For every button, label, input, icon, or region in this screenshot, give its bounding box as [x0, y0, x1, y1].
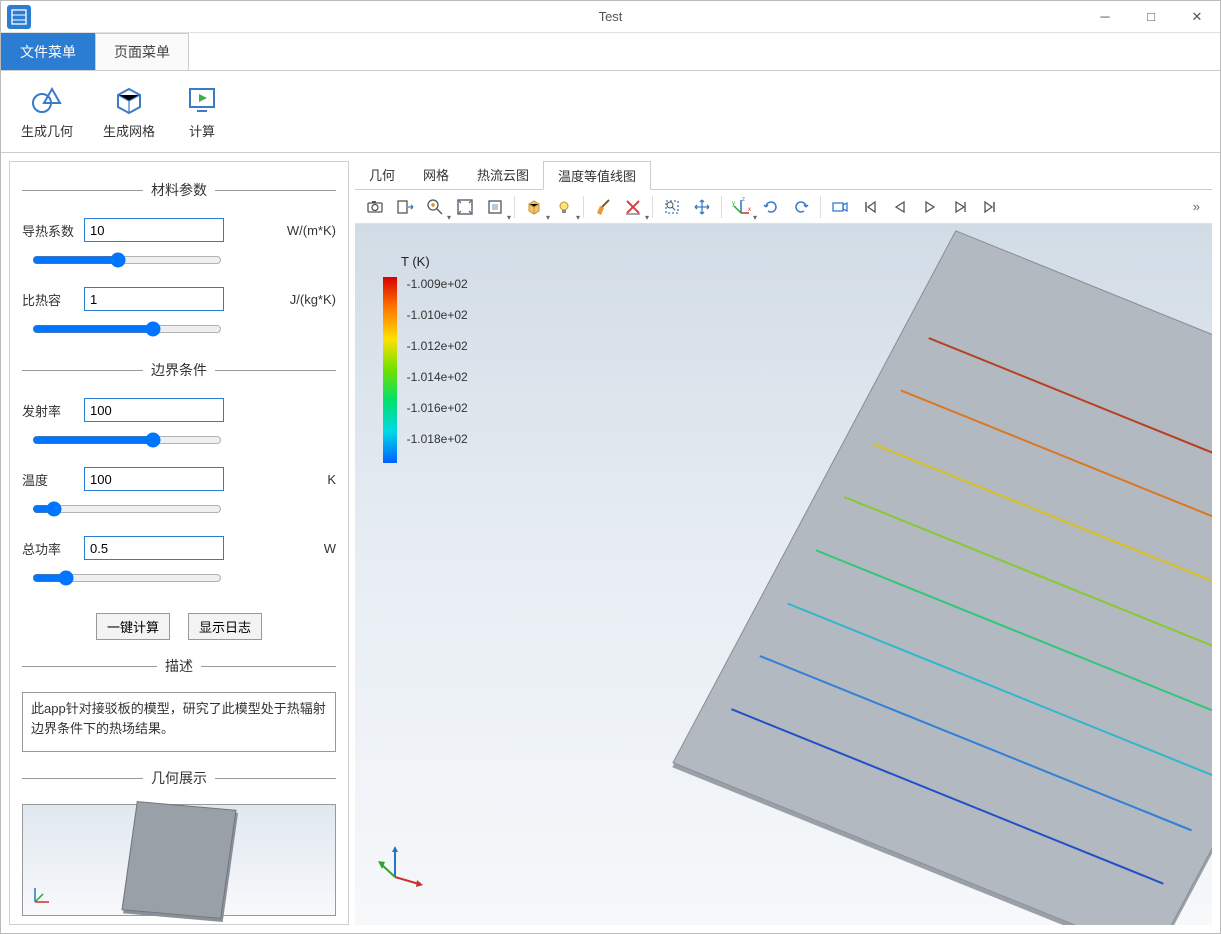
- emissivity-input[interactable]: [84, 398, 224, 422]
- window-title: Test: [1, 9, 1220, 24]
- emissivity-label: 发射率: [22, 401, 76, 420]
- ribbon-btn-label: 生成网格: [103, 121, 155, 140]
- ribbon-btn-geometry[interactable]: 生成几何: [15, 79, 79, 144]
- colorbar-icon: [383, 277, 397, 463]
- skip-end-icon[interactable]: [976, 193, 1004, 221]
- emissivity-slider[interactable]: [32, 432, 222, 448]
- viewer-toolbar: ▾ ▾ ▾ ▾ ▾ zxy▾: [355, 190, 1212, 224]
- section-desc: 描述: [22, 656, 336, 676]
- calc-button[interactable]: 一键计算: [96, 613, 170, 640]
- power-input[interactable]: [84, 536, 224, 560]
- axis3d-icon: [375, 842, 425, 895]
- viewer-tab-geometry[interactable]: 几何: [355, 161, 409, 189]
- temperature-slider[interactable]: [32, 501, 222, 517]
- export-icon[interactable]: [391, 193, 419, 221]
- video-icon[interactable]: [826, 193, 854, 221]
- zoom-extents-icon[interactable]: [451, 193, 479, 221]
- temperature-input[interactable]: [84, 467, 224, 491]
- minimize-button[interactable]: ─: [1082, 1, 1128, 33]
- power-label: 总功率: [22, 539, 76, 558]
- skip-start-icon[interactable]: [856, 193, 884, 221]
- ribbon-btn-mesh[interactable]: 生成网格: [97, 79, 161, 144]
- move-icon[interactable]: [688, 193, 716, 221]
- legend-tick: -1.014e+02: [407, 370, 468, 401]
- rotate-ccw-icon[interactable]: [757, 193, 785, 221]
- legend-tick: -1.009e+02: [407, 277, 468, 308]
- power-unit: W: [324, 541, 336, 556]
- light-icon[interactable]: ▾: [550, 193, 578, 221]
- zoom-box-icon[interactable]: ▾: [481, 193, 509, 221]
- ribbon-tab-page[interactable]: 页面菜单: [95, 33, 189, 70]
- geometry-icon: [30, 83, 64, 117]
- thermal-cond-unit: W/(m*K): [287, 223, 336, 238]
- specific-heat-slider[interactable]: [32, 321, 222, 337]
- viewer-tab-contour[interactable]: 温度等值线图: [543, 161, 651, 190]
- colorbar-legend: T (K) -1.009e+02 -1.010e+02 -1.012e+02 -…: [383, 254, 468, 463]
- preview-plate: [122, 801, 237, 919]
- box-select-icon[interactable]: [658, 193, 686, 221]
- maximize-button[interactable]: □: [1128, 1, 1174, 33]
- contour-line: [759, 655, 1192, 831]
- legend-tick: -1.018e+02: [407, 432, 468, 463]
- thermal-cond-label: 导热系数: [22, 221, 76, 240]
- section-boundary: 边界条件: [22, 360, 336, 380]
- close-button[interactable]: ✕: [1174, 1, 1220, 33]
- toolbar-overflow-icon[interactable]: »: [1187, 199, 1206, 214]
- compute-icon: [185, 83, 219, 117]
- temperature-unit: K: [327, 472, 336, 487]
- viewer-tabs: 几何 网格 热流云图 温度等值线图: [355, 161, 1212, 190]
- ribbon-body: 生成几何 生成网格 计算: [1, 71, 1220, 153]
- titlebar: Test ─ □ ✕: [1, 1, 1220, 33]
- mesh-icon: [112, 83, 146, 117]
- specific-heat-input[interactable]: [84, 287, 224, 311]
- thermal-cond-slider[interactable]: [32, 252, 222, 268]
- brush-icon[interactable]: [589, 193, 617, 221]
- section-material: 材料参数: [22, 180, 336, 200]
- axis-mini-icon: [29, 884, 53, 911]
- svg-text:z: z: [742, 197, 745, 203]
- specific-heat-label: 比热容: [22, 290, 76, 309]
- legend-title: T (K): [401, 254, 468, 269]
- legend-tick: -1.012e+02: [407, 339, 468, 370]
- log-button[interactable]: 显示日志: [188, 613, 262, 640]
- play-icon[interactable]: [916, 193, 944, 221]
- legend-tick: -1.016e+02: [407, 401, 468, 432]
- temperature-label: 温度: [22, 470, 76, 489]
- ribbon-btn-label: 生成几何: [21, 121, 73, 140]
- viewer-tab-mesh[interactable]: 网格: [409, 161, 463, 189]
- zoom-search-icon[interactable]: ▾: [421, 193, 449, 221]
- description-box: 此app针对接驳板的模型，研究了此模型处于热辐射边界条件下的热场结果。: [22, 692, 336, 752]
- select-cube-icon[interactable]: ▾: [520, 193, 548, 221]
- svg-text:x: x: [748, 207, 751, 213]
- ribbon-btn-label: 计算: [189, 121, 215, 140]
- viewer-tab-heatflow[interactable]: 热流云图: [463, 161, 543, 189]
- ribbon-tabs: 文件菜单 页面菜单: [1, 33, 1220, 71]
- thermal-cond-input[interactable]: [84, 218, 224, 242]
- legend-tick: -1.010e+02: [407, 308, 468, 339]
- side-panel: 材料参数 导热系数 W/(m*K) 比热容 J/(kg*K) 边界条件 发射率: [9, 161, 349, 925]
- svg-text:y: y: [732, 201, 735, 207]
- step-fwd-icon[interactable]: [946, 193, 974, 221]
- delete-x-icon[interactable]: ▾: [619, 193, 647, 221]
- specific-heat-unit: J/(kg*K): [290, 292, 336, 307]
- viewer-canvas[interactable]: T (K) -1.009e+02 -1.010e+02 -1.012e+02 -…: [355, 224, 1212, 925]
- ribbon-btn-compute[interactable]: 计算: [179, 79, 225, 144]
- contour-line: [731, 708, 1164, 884]
- app-icon: [7, 5, 31, 29]
- viewer-panel: 几何 网格 热流云图 温度等值线图 ▾ ▾ ▾ ▾ ▾: [355, 161, 1212, 925]
- section-preview: 几何展示: [22, 768, 336, 788]
- ribbon-tab-file[interactable]: 文件菜单: [1, 33, 95, 70]
- camera-icon[interactable]: [361, 193, 389, 221]
- axis-xyz-icon[interactable]: zxy▾: [727, 193, 755, 221]
- model-plate: [672, 230, 1212, 925]
- geometry-preview[interactable]: [22, 804, 336, 916]
- contour-line: [928, 337, 1212, 513]
- power-slider[interactable]: [32, 570, 222, 586]
- step-back-icon[interactable]: [886, 193, 914, 221]
- rotate-cw-icon[interactable]: [787, 193, 815, 221]
